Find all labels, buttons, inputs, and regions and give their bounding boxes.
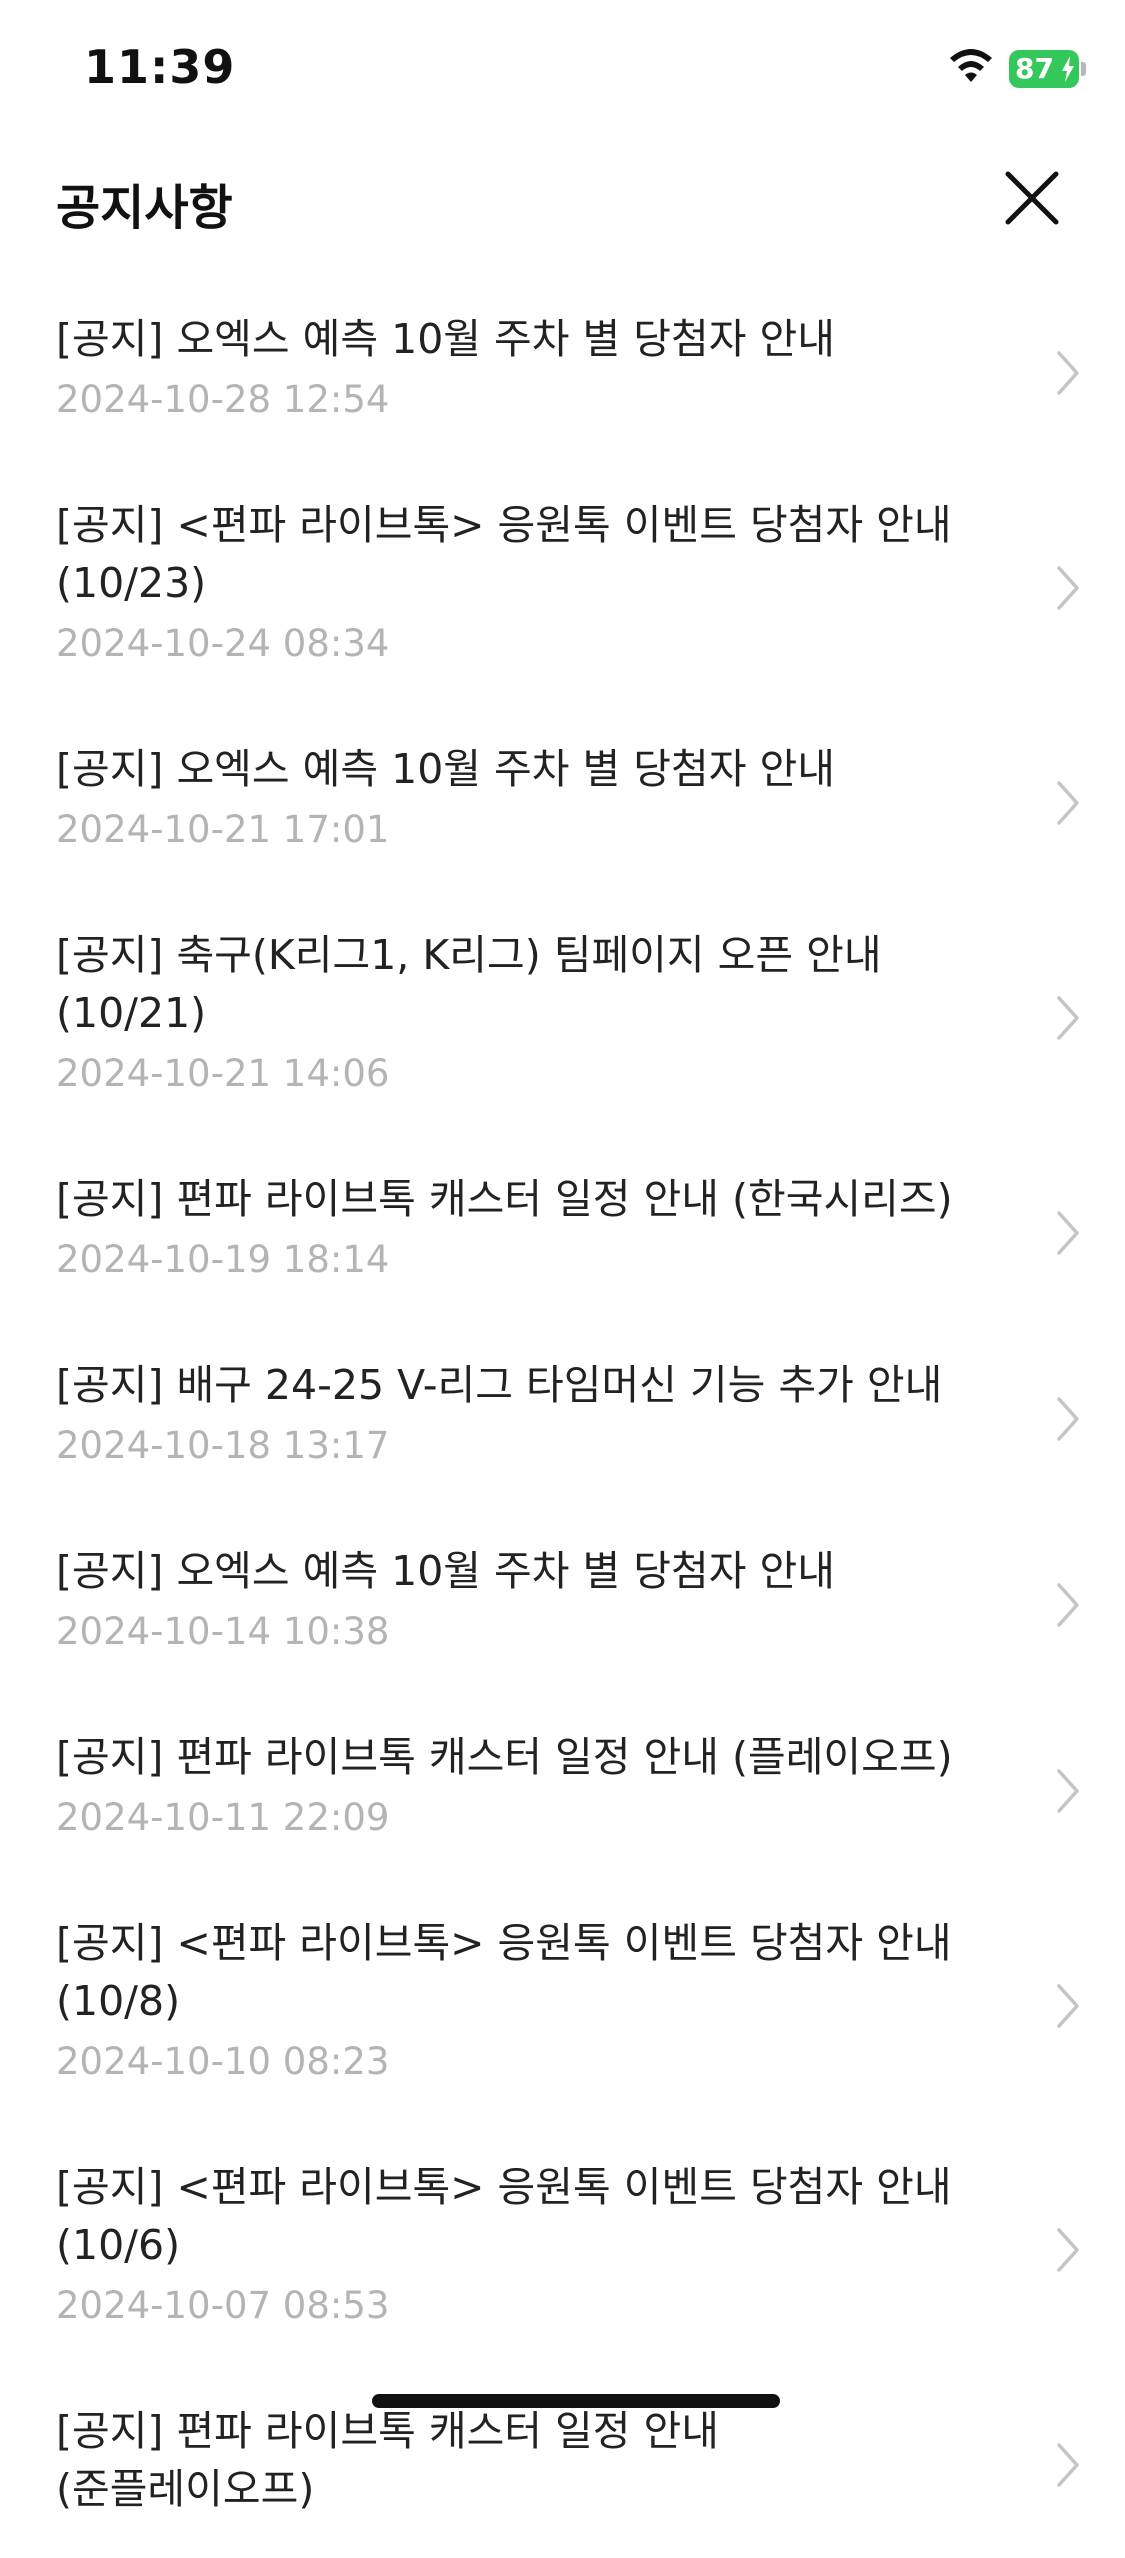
status-bar: 11:39 87 [0,0,1125,140]
notice-date: 2024-10-24 08:34 [56,622,390,665]
notice-date: 2024-10-18 13:17 [56,1424,390,1467]
notice-item[interactable]: [공지] 배구 24-25 V-리그 타임머신 기능 추가 안내 2024-10… [0,1326,1125,1512]
notice-item[interactable]: [공지] <편파 라이브톡> 응원톡 이벤트 당첨자 안내 (10/8) 202… [0,1884,1125,2128]
notice-date: 2024-10-07 08:53 [56,2284,390,2327]
chevron-right-icon [1057,1769,1079,1813]
notice-date: 2024-10-10 08:23 [56,2040,390,2083]
chevron-right-icon [1057,566,1079,610]
notice-item[interactable]: [공지] 편파 라이브톡 캐스터 일정 안내 (플레이오프) 2024-10-1… [0,1698,1125,1884]
chevron-right-icon [1057,2443,1079,2487]
notice-date: 2024-10-14 10:38 [56,1610,390,1653]
notice-list: [공지] 오엑스 예측 10월 주차 별 당첨자 안내 2024-10-28 1… [0,280,1125,2558]
notice-title: [공지] 축구(K리그1, K리그) 팀페이지 오픈 안내 (10/21) [56,931,882,1037]
notice-title: [공지] 편파 라이브톡 캐스터 일정 안내 (준플레이오프) [56,2407,719,2513]
notice-title: [공지] 오엑스 예측 10월 주차 별 당첨자 안내 [56,315,835,363]
close-icon[interactable] [1000,166,1064,230]
charging-bolt-icon [1062,56,1074,82]
notice-title: [공지] <편파 라이브톡> 응원톡 이벤트 당첨자 안내 (10/23) [56,501,952,607]
home-indicator [372,2394,780,2408]
chevron-right-icon [1057,351,1079,395]
chevron-right-icon [1057,996,1079,1040]
notice-title: [공지] <편파 라이브톡> 응원톡 이벤트 당첨자 안내 (10/6) [56,2163,952,2269]
notice-item[interactable]: [공지] <편파 라이브톡> 응원톡 이벤트 당첨자 안내 (10/6) 202… [0,2128,1125,2372]
notice-date: 2024-10-28 12:54 [56,378,390,421]
notice-date: 2024-10-19 18:14 [56,1238,390,1281]
notice-date: 2024-10-21 14:06 [56,1052,390,1095]
notice-title: [공지] 편파 라이브톡 캐스터 일정 안내 (한국시리즈) [56,1175,953,1223]
notice-date: 2024-10-11 22:09 [56,1796,390,1839]
chevron-right-icon [1057,1397,1079,1441]
notice-item[interactable]: [공지] 오엑스 예측 10월 주차 별 당첨자 안내 2024-10-28 1… [0,280,1125,466]
notice-title: [공지] 편파 라이브톡 캐스터 일정 안내 (플레이오프) [56,1733,953,1781]
chevron-right-icon [1057,1583,1079,1627]
chevron-right-icon [1057,2228,1079,2272]
chevron-right-icon [1057,1211,1079,1255]
notice-title: [공지] 배구 24-25 V-리그 타임머신 기능 추가 안내 [56,1361,943,1409]
notice-title: [공지] 오엑스 예측 10월 주차 별 당첨자 안내 [56,1547,835,1595]
battery-level: 87 [1015,52,1054,85]
notice-item[interactable]: [공지] <편파 라이브톡> 응원톡 이벤트 당첨자 안내 (10/23) 20… [0,466,1125,710]
battery-cap [1081,62,1086,76]
notice-item[interactable]: [공지] 오엑스 예측 10월 주차 별 당첨자 안내 2024-10-21 1… [0,710,1125,896]
notice-item[interactable]: [공지] 축구(K리그1, K리그) 팀페이지 오픈 안내 (10/21) 20… [0,896,1125,1140]
notice-date: 2024-10-21 17:01 [56,808,390,851]
chevron-right-icon [1057,781,1079,825]
notice-title: [공지] 오엑스 예측 10월 주차 별 당첨자 안내 [56,745,835,793]
status-time: 11:39 [84,40,236,94]
notice-title: [공지] <편파 라이브톡> 응원톡 이벤트 당첨자 안내 (10/8) [56,1919,952,2025]
header: 공지사항 [0,140,1125,260]
notice-item[interactable]: [공지] 편파 라이브톡 캐스터 일정 안내 (한국시리즈) 2024-10-1… [0,1140,1125,1326]
chevron-right-icon [1057,1984,1079,2028]
notice-item[interactable]: [공지] 오엑스 예측 10월 주차 별 당첨자 안내 2024-10-14 1… [0,1512,1125,1698]
battery-indicator: 87 [1009,50,1079,88]
wifi-icon [950,49,992,82]
page-title: 공지사항 [56,180,233,236]
